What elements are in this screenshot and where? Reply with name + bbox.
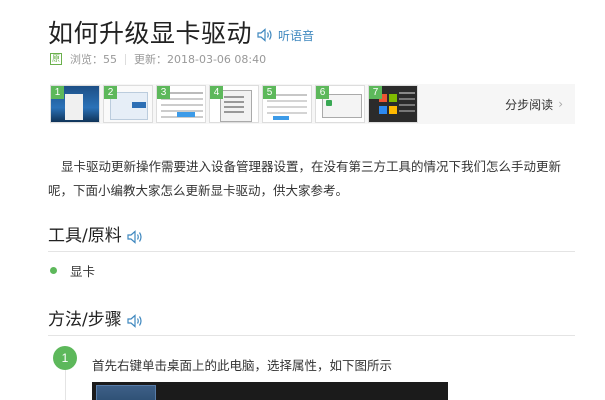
listen-label: 听语音 (278, 28, 315, 43)
speaker-icon[interactable] (126, 313, 146, 329)
step-thumbnail-2[interactable]: 2 (103, 85, 153, 123)
tools-heading: 工具/原料 (48, 226, 122, 246)
bullet-icon (50, 267, 57, 274)
article-meta: 原 浏览：55 更新：2018-03-06 08:40 (50, 52, 266, 66)
tools-section-header: 工具/原料 (48, 226, 575, 252)
tools-list: 显卡 (50, 261, 95, 280)
meta-divider (125, 53, 126, 65)
step-thumbnail-1[interactable]: 1 (50, 85, 100, 123)
step-thumbnail-5[interactable]: 5 (262, 85, 312, 123)
page-title: 如何升级显卡驱动 (48, 19, 253, 48)
tool-item: 显卡 (70, 264, 96, 279)
step-number-badge: 1 (53, 346, 77, 370)
step-text: 首先右键单击桌面上的此电脑，选择属性，如下图所示 (92, 358, 393, 373)
original-badge: 原 (50, 53, 62, 65)
method-section-header: 方法/步骤 (48, 310, 575, 336)
chevron-right-icon: › (558, 97, 563, 111)
step-thumbnail-strip: 1 2 3 4 5 6 7 分步阅读 › (50, 84, 575, 124)
screenshot-window (96, 385, 156, 400)
step-read-link[interactable]: 分步阅读 › (505, 96, 563, 113)
step-thumbnail-6[interactable]: 6 (315, 85, 365, 123)
view-count: 浏览：55 (70, 53, 117, 66)
step-thumbnail-7[interactable]: 7 (368, 85, 418, 123)
step-thumbnail-3[interactable]: 3 (156, 85, 206, 123)
method-heading: 方法/步骤 (48, 310, 122, 330)
step-thumbnail-4[interactable]: 4 (209, 85, 259, 123)
title-row: 如何升级显卡驱动 听语音 (48, 14, 314, 50)
speaker-icon[interactable] (126, 229, 146, 245)
update-time: 更新：2018-03-06 08:40 (134, 53, 267, 66)
listen-audio-button[interactable]: 听语音 (256, 27, 314, 44)
step-read-label: 分步阅读 (505, 97, 554, 112)
step-screenshot[interactable] (92, 382, 448, 400)
speaker-icon (257, 28, 272, 42)
article-intro: 显卡驱动更新操作需要进入设备管理器设置，在没有第三方工具的情况下我们怎么手动更新… (48, 159, 562, 198)
